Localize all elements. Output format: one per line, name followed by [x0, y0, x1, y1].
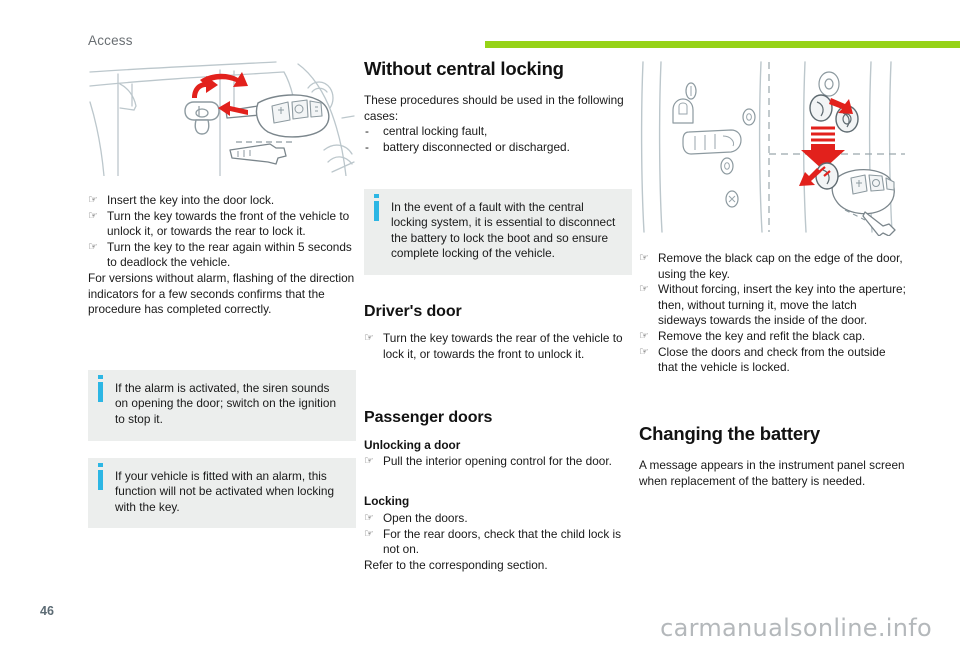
hand-bullet-icon: ☞: [639, 345, 649, 358]
list-item-text: Open the doors.: [383, 510, 468, 525]
list-item: ☞ Turn the key to the rear again within …: [88, 240, 356, 271]
manual-page: Access ☞ Insert the key into the door lo…: [0, 0, 960, 649]
list-item: - central locking fault,: [364, 124, 632, 140]
chapter-title: Access: [88, 33, 133, 48]
list-item-text: For the rear doors, check that the child…: [383, 526, 622, 557]
left-step-list: ☞ Insert the key into the door lock. ☞ T…: [88, 193, 356, 271]
info-icon: [98, 374, 103, 402]
list-item-text: battery disconnected or discharged.: [383, 139, 570, 154]
dash-bullet-icon: -: [365, 124, 369, 139]
info-note-alarm-fitted: If your vehicle is fitted with an alarm,…: [88, 457, 356, 529]
list-item: ☞ Remove the key and refit the black cap…: [639, 329, 907, 345]
middle-case-list: - central locking fault, - battery disco…: [364, 124, 632, 155]
hand-bullet-icon: ☞: [639, 252, 649, 264]
subsection-title-passenger-doors: Passenger doors: [364, 409, 493, 427]
hand-bullet-icon: ☞: [364, 332, 374, 345]
info-note-central-locking-fault: In the event of a fault with the central…: [364, 188, 632, 275]
door-lock-key-insert-illustration: [89, 61, 355, 176]
dash-bullet-icon: -: [365, 139, 369, 154]
subsection-title-drivers-door: Driver's door: [364, 302, 462, 320]
hand-bullet-icon: ☞: [88, 209, 98, 222]
list-item-text: Turn the key towards the front of the ve…: [107, 208, 350, 239]
header-accent-rule: [485, 41, 960, 48]
hand-bullet-icon: ☞: [88, 240, 98, 253]
list-item: ☞ Turn the key towards the rear of the v…: [364, 331, 632, 362]
subsection-title-unlocking-a-door: Unlocking a door: [364, 437, 461, 452]
list-item-text: Close the doors and check from the outsi…: [658, 344, 886, 375]
hand-bullet-icon: ☞: [364, 511, 374, 524]
list-item-text: Turn the key towards the rear of the veh…: [383, 331, 623, 361]
list-item: - battery disconnected or discharged.: [364, 140, 632, 156]
locking-step-list: ☞ Open the doors. ☞ For the rear doors, …: [364, 511, 632, 558]
middle-intro-paragraph: These procedures should be used in the f…: [364, 93, 624, 123]
list-item-text: Turn the key to the rear again within 5 …: [107, 239, 352, 270]
list-item: ☞ Without forcing, insert the key into t…: [639, 282, 907, 329]
drivers-door-step-list: ☞ Turn the key towards the rear of the v…: [364, 331, 632, 362]
info-note-text: In the event of a fault with the central…: [391, 199, 616, 261]
section-title-without-central-locking: Without central locking: [364, 58, 564, 79]
hand-bullet-icon: ☞: [639, 283, 649, 296]
list-item-text: Pull the interior opening control for th…: [383, 454, 612, 469]
list-item: ☞ Open the doors.: [364, 511, 632, 527]
list-item: ☞ Remove the black cap on the edge of th…: [639, 251, 907, 282]
list-item: ☞ Turn the key towards the front of the …: [88, 209, 356, 240]
watermark: carmanualsonline.info: [660, 614, 932, 642]
list-item: ☞ Insert the key into the door lock.: [88, 193, 356, 209]
changing-battery-paragraph: A message appears in the instrument pane…: [639, 457, 905, 488]
right-step-list: ☞ Remove the black cap on the edge of th…: [639, 251, 907, 376]
hand-bullet-icon: ☞: [88, 194, 98, 206]
list-item-text: central locking fault,: [383, 124, 488, 139]
hand-bullet-icon: ☞: [364, 455, 374, 468]
list-item-text: Remove the black cap on the edge of the …: [658, 251, 903, 281]
list-item: ☞ Close the doors and check from the out…: [639, 345, 907, 376]
subsection-title-locking: Locking: [364, 494, 410, 509]
left-column: ☞ Insert the key into the door lock. ☞ T…: [88, 58, 356, 529]
list-item-text: Remove the key and refit the black cap.: [658, 328, 866, 343]
door-edge-latch-black-cap-illustration: [640, 61, 905, 236]
info-note-alarm-siren: If the alarm is activated, the siren sou…: [88, 369, 356, 441]
unlocking-step-list: ☞ Pull the interior opening control for …: [364, 454, 632, 470]
info-note-text: If your vehicle is fitted with an alarm,…: [115, 468, 335, 514]
page-header: Access: [0, 0, 960, 58]
middle-column: Without central locking These procedures…: [364, 58, 632, 573]
info-icon: [98, 462, 103, 490]
info-note-text: If the alarm is activated, the siren sou…: [115, 380, 337, 426]
right-column: ☞ Remove the black cap on the edge of th…: [639, 58, 907, 489]
list-item: ☞ Pull the interior opening control for …: [364, 454, 632, 470]
hand-bullet-icon: ☞: [639, 329, 649, 342]
left-paragraph: For versions without alarm, flashing of …: [88, 270, 355, 317]
hand-bullet-icon: ☞: [364, 527, 374, 540]
list-item-text: Insert the key into the door lock.: [107, 193, 275, 207]
list-item: ☞ For the rear doors, check that the chi…: [364, 527, 632, 558]
page-number: 46: [40, 604, 54, 618]
list-item-text: Without forcing, insert the key into the…: [658, 282, 906, 328]
info-icon: [374, 193, 379, 221]
locking-closing-text: Refer to the corresponding section.: [364, 557, 548, 572]
section-title-changing-the-battery: Changing the battery: [639, 422, 821, 444]
